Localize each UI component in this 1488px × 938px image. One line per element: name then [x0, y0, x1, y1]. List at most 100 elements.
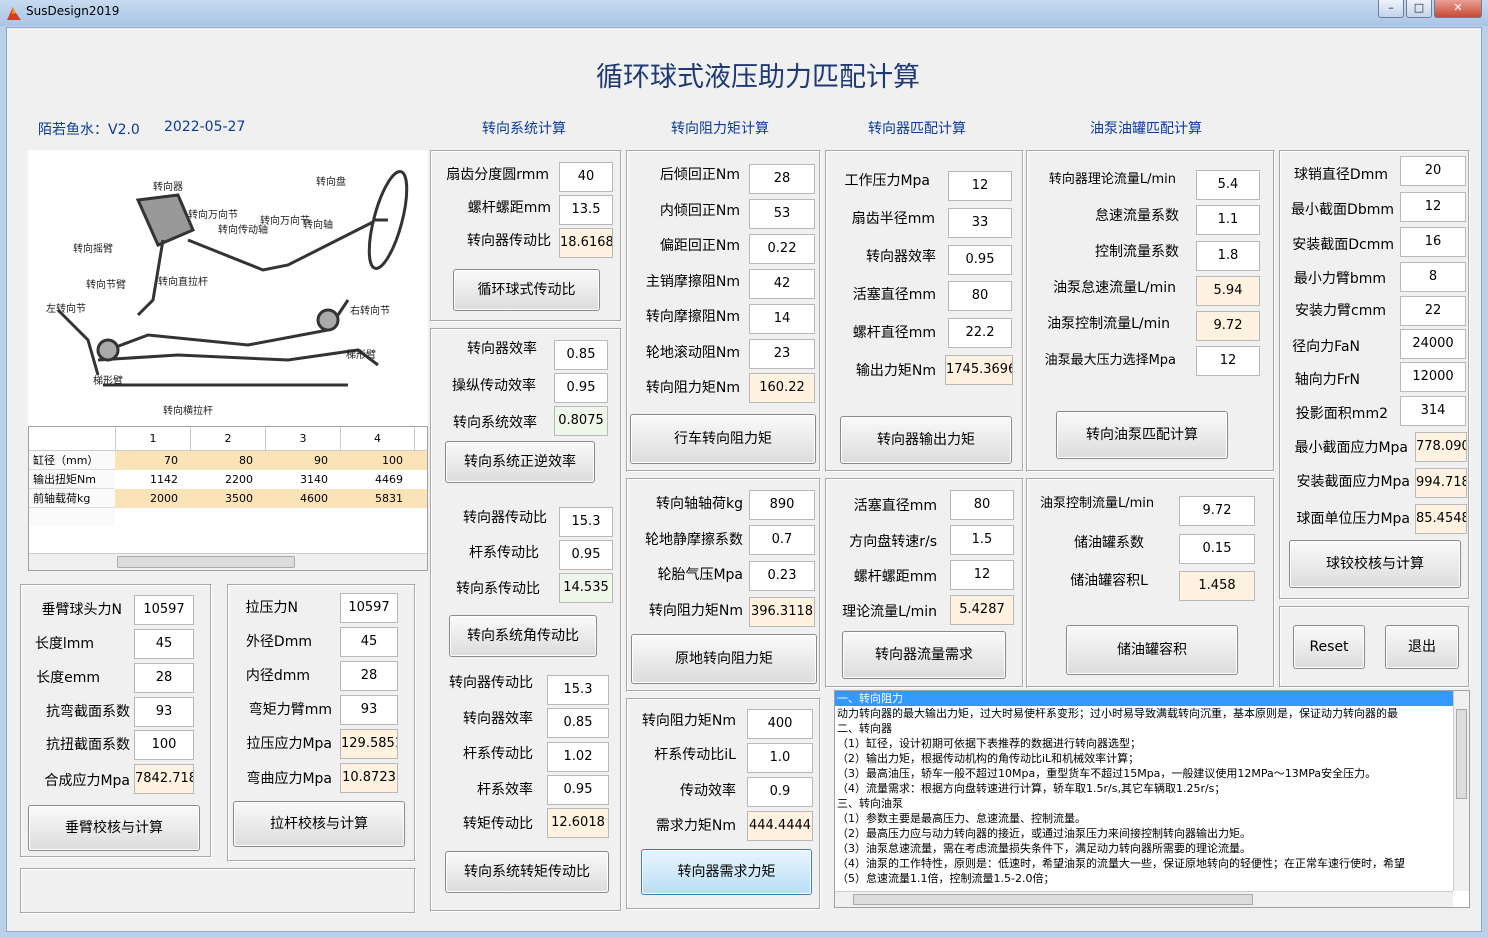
- mount-section-stress-output[interactable]: 994.718: [1415, 468, 1467, 498]
- static-friction-input[interactable]: 0.7: [749, 525, 815, 555]
- horizontal-scrollbar[interactable]: [29, 553, 427, 570]
- table-row-label[interactable]: 输出扭矩Nm: [29, 470, 115, 489]
- pitman-length-e-input[interactable]: 28: [134, 663, 194, 693]
- caster-return-input[interactable]: 28: [749, 164, 815, 194]
- tank-control-flow-input[interactable]: 9.72: [1179, 496, 1255, 526]
- notes-line[interactable]: 三、转向油泵: [835, 796, 1469, 811]
- tierod-inner-dia-input[interactable]: 28: [340, 661, 398, 691]
- kingpin-incl-return-input[interactable]: 53: [749, 199, 815, 229]
- table-cell[interactable]: 3500: [190, 489, 265, 508]
- rolling-resistance-input[interactable]: 23: [749, 339, 815, 369]
- tierod-check-button[interactable]: 拉杆校核与计算: [233, 801, 405, 847]
- hscroll-thumb[interactable]: [853, 894, 1253, 905]
- notes-line[interactable]: （1）缸径，设计初期可依据下表推荐的数据进行转向器选型；: [835, 736, 1469, 751]
- table-cell[interactable]: 3140: [265, 470, 340, 489]
- inplace-torque-output[interactable]: 396.3118: [749, 597, 815, 627]
- tierod-bending-stress-output[interactable]: 10.8723: [340, 763, 398, 793]
- vscroll-thumb[interactable]: [1456, 709, 1467, 799]
- sector-radius-mm-input[interactable]: 33: [948, 208, 1012, 238]
- ball-pin-dia-input[interactable]: 20: [1400, 156, 1466, 186]
- pump-match-button[interactable]: 转向油泵匹配计算: [1056, 411, 1228, 459]
- transmission-efficiency-input[interactable]: 0.9: [747, 777, 813, 807]
- inplace-resistance-button[interactable]: 原地转向阻力矩: [631, 634, 817, 684]
- minimize-button[interactable]: –: [1378, 0, 1404, 18]
- reset-button[interactable]: Reset: [1293, 625, 1365, 669]
- tierod-axial-stress-output[interactable]: 129.5851: [340, 729, 398, 759]
- notes-line[interactable]: （3）最高油压，轿车一般不超过10Mpa，重型货车不超过15Mpa，一般建议使用…: [835, 766, 1469, 781]
- exit-button[interactable]: 退出: [1385, 625, 1459, 669]
- ball-unit-pressure-output[interactable]: 85.4548: [1415, 504, 1467, 534]
- screw-diameter-input[interactable]: 22.2: [948, 318, 1012, 348]
- notes-line[interactable]: （4）流量需求：根据方向盘转速进行计算，轿车取1.5r/s,其它车辆取1.25r…: [835, 781, 1469, 796]
- notes-line-selected[interactable]: 一、转向阻力: [835, 691, 1453, 706]
- torque-gear-ratio-input[interactable]: 15.3: [547, 675, 609, 705]
- notes-line[interactable]: （5）怠速流量1.1倍，控制流量1.5-2.0倍；: [835, 871, 1469, 886]
- table-cell[interactable]: 4600: [265, 489, 340, 508]
- steering-friction-input[interactable]: 14: [749, 304, 815, 334]
- axle-load-input[interactable]: 890: [749, 490, 815, 520]
- table-cell[interactable]: 70: [115, 451, 190, 470]
- maximize-button[interactable]: □: [1406, 0, 1432, 18]
- driving-resistance-torque-output[interactable]: 160.22: [749, 373, 815, 403]
- linkage-ratio-il-input[interactable]: 1.0: [747, 743, 813, 773]
- gear-flow-button[interactable]: 转向器流量需求: [842, 631, 1006, 679]
- tank-volume-button[interactable]: 储油罐容积: [1066, 625, 1238, 675]
- ball-screw-ratio-button[interactable]: 循环球式传动比: [453, 269, 600, 311]
- pump-max-pressure-input[interactable]: 12: [1196, 346, 1260, 376]
- min-section-stress-output[interactable]: 778.090: [1415, 432, 1467, 462]
- tierod-outer-dia-input[interactable]: 45: [340, 627, 398, 657]
- notes-line[interactable]: （1）参数主要是最高压力、怠速流量、控制流量。: [835, 811, 1469, 826]
- vertical-scrollbar[interactable]: [1453, 691, 1469, 891]
- pitman-bending-modulus-input[interactable]: 93: [134, 697, 194, 727]
- table-cell[interactable]: 90: [265, 451, 340, 470]
- system-efficiency-output[interactable]: 0.8075: [554, 406, 608, 436]
- table-col-header[interactable]: 1: [115, 427, 190, 451]
- torque-ratio-output[interactable]: 12.6018: [547, 808, 609, 838]
- flow-piston-diameter-input[interactable]: 80: [950, 490, 1014, 520]
- sector-radius-input[interactable]: 40: [559, 162, 613, 192]
- tank-volume-output[interactable]: 1.458: [1179, 571, 1255, 601]
- mount-section-dia-input[interactable]: 16: [1400, 227, 1466, 257]
- gear-output-button[interactable]: 转向器输出力矩: [840, 416, 1012, 464]
- notes-line[interactable]: （2）最高压力应与动力转向器的接近，或通过油泵压力来间接控制转向器输出力矩。: [835, 826, 1469, 841]
- close-window-button[interactable]: ✕: [1434, 0, 1482, 18]
- torque-ratio-button[interactable]: 转向系统转矩传动比: [445, 851, 609, 893]
- driving-resistance-button[interactable]: 行车转向阻力矩: [630, 414, 816, 464]
- table-cell[interactable]: 5831: [340, 489, 415, 508]
- notes-listbox[interactable]: 一、转向阻力 动力转向器的最大输出力矩，过大时易使杆系变形；过小时易导致满载转向…: [834, 690, 1470, 908]
- working-pressure-input[interactable]: 12: [948, 171, 1012, 201]
- table-col-header[interactable]: 4: [340, 427, 415, 451]
- notes-line[interactable]: （2）输出力矩，根据传动机构的角传动比iL和机械效率计算；: [835, 751, 1469, 766]
- pump-idle-flow-output[interactable]: 5.94: [1196, 276, 1260, 306]
- tierod-force-input[interactable]: 10597: [340, 593, 398, 623]
- table-cell[interactable]: 2000: [115, 489, 190, 508]
- axial-force-input[interactable]: 12000: [1400, 362, 1466, 392]
- piston-diameter-input[interactable]: 80: [948, 281, 1012, 311]
- table-cell[interactable]: 1142: [115, 470, 190, 489]
- pitman-length-l-input[interactable]: 45: [134, 629, 194, 659]
- idle-flow-coef-input[interactable]: 1.1: [1196, 205, 1260, 235]
- kingpin-friction-input[interactable]: 42: [749, 269, 815, 299]
- notes-line[interactable]: （4）油泵的工作特性，原则是：低速时，希望油泵的流量大一些，保证原地转向的轻便性…: [835, 856, 1469, 871]
- output-torque-output[interactable]: 1745.3696: [945, 355, 1013, 385]
- theory-flow-output[interactable]: 5.4287: [950, 595, 1014, 625]
- table-cell[interactable]: 80: [190, 451, 265, 470]
- table-col-header[interactable]: 2: [190, 427, 265, 451]
- gear-efficiency-out-input[interactable]: 0.95: [948, 245, 1012, 275]
- demand-torque-output[interactable]: 444.4444: [747, 811, 813, 841]
- tierod-moment-arm-input[interactable]: 93: [340, 695, 398, 725]
- angle-gear-ratio-input[interactable]: 15.3: [559, 507, 613, 537]
- table-cell[interactable]: 2200: [190, 470, 265, 489]
- gear-efficiency-input[interactable]: 0.85: [554, 340, 608, 370]
- tank-coef-input[interactable]: 0.15: [1179, 534, 1255, 564]
- min-arm-input[interactable]: 8: [1400, 262, 1466, 292]
- demand-torque-button[interactable]: 转向器需求力矩: [641, 849, 812, 895]
- flow-screw-pitch-input[interactable]: 12: [950, 560, 1014, 590]
- tire-pressure-input[interactable]: 0.23: [749, 561, 815, 591]
- table-cell[interactable]: 4469: [340, 470, 415, 489]
- wheel-speed-input[interactable]: 1.5: [950, 525, 1014, 555]
- pitman-combined-stress-output[interactable]: 7842.718: [134, 764, 194, 794]
- notes-line[interactable]: （3）油泵怠速流量，需在考虑流量损失条件下，满足动力转向器所需要的理论流量。: [835, 841, 1469, 856]
- torque-gear-efficiency-input[interactable]: 0.85: [547, 708, 609, 738]
- gear-theory-flow-input[interactable]: 5.4: [1196, 170, 1260, 200]
